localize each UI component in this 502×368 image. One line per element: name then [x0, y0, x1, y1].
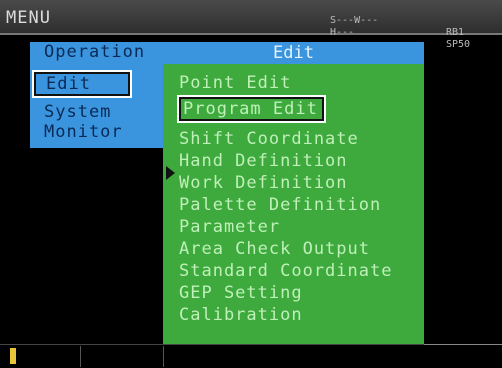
submenu-item-point-edit[interactable]: Point Edit [179, 72, 291, 94]
selection-arrow-icon [166, 166, 175, 180]
submenu-item-palette-definition[interactable]: Palette Definition [179, 194, 381, 216]
submenu-item-hand-definition[interactable]: Hand Definition [179, 150, 348, 172]
submenu-item-program-edit[interactable]: Program Edit [177, 95, 326, 123]
menu-item-system[interactable]: System [44, 102, 111, 122]
submenu-item-shift-coordinate[interactable]: Shift Coordinate [179, 128, 359, 150]
function-key-1[interactable] [0, 346, 81, 367]
menu-item-edit[interactable]: Edit [32, 70, 132, 98]
main-menu: Operation Edit System Monitor [30, 42, 163, 148]
function-key-2[interactable] [80, 346, 164, 367]
status-line2-left: H--- [330, 27, 355, 38]
status-panel: S---W--- RB1 H--- SP50 [330, 3, 500, 50]
submenu-title: Edit [163, 42, 424, 64]
bottom-divider [424, 344, 502, 345]
submenu-item-parameter[interactable]: Parameter [179, 216, 280, 238]
edit-submenu: Point Edit Program Edit Shift Coordinate… [163, 64, 424, 367]
submenu-item-work-definition[interactable]: Work Definition [179, 172, 348, 194]
submenu-item-area-check-output[interactable]: Area Check Output [179, 238, 370, 260]
menu-item-monitor[interactable]: Monitor [44, 122, 123, 142]
submenu-item-calibration[interactable]: Calibration [179, 304, 303, 326]
pendant-screen: MENU S---W--- RB1 H--- SP50 Operation Ed… [0, 0, 502, 368]
header-bar: MENU S---W--- RB1 H--- SP50 [0, 0, 502, 50]
page-title: MENU [6, 8, 51, 28]
status-line2-right: SP50 [446, 39, 471, 50]
function-key-bar [0, 344, 502, 368]
submenu-item-standard-coordinate[interactable]: Standard Coordinate [179, 260, 392, 282]
menu-item-operation[interactable]: Operation [44, 42, 145, 62]
submenu-item-gep-setting[interactable]: GEP Setting [179, 282, 303, 304]
status-line1-right: RB1 [446, 27, 465, 38]
